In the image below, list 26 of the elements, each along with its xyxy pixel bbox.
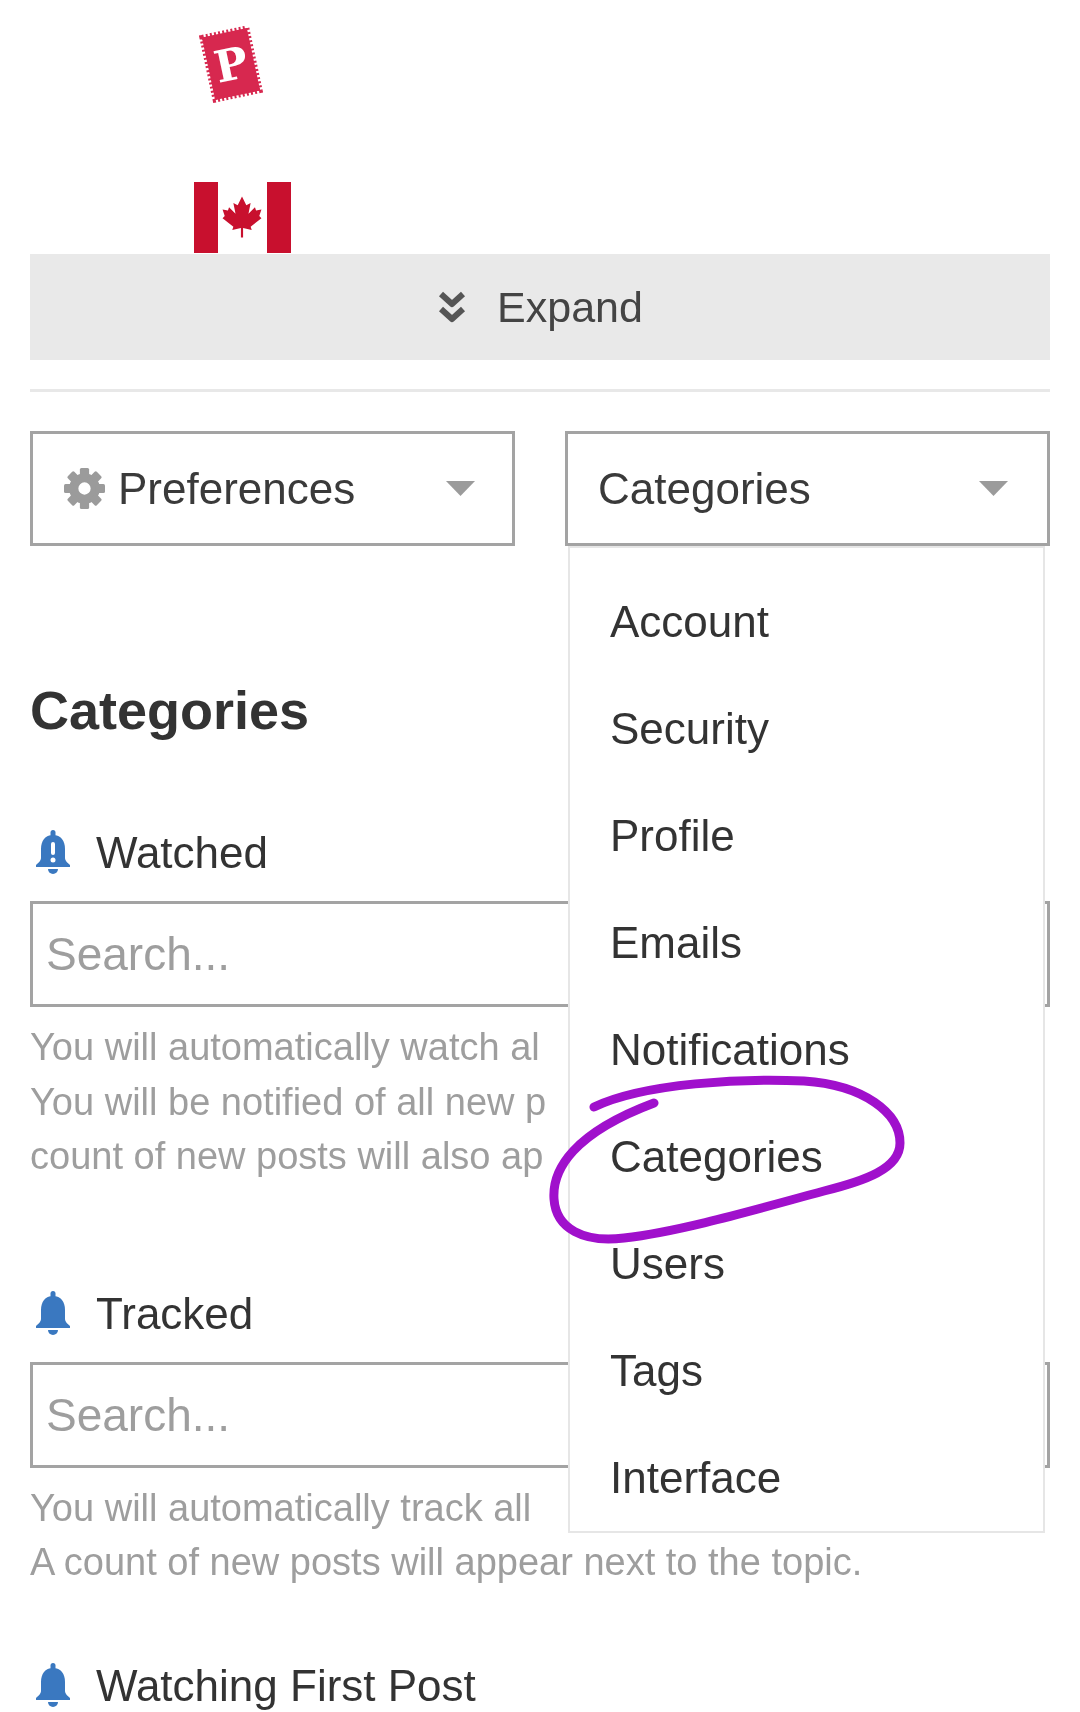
help-text: A count of new posts will appear next to the topic. — [30, 1540, 863, 1585]
dropdown-button[interactable]: Preferences — [30, 431, 515, 546]
section-title: Watching First Post — [96, 1659, 476, 1712]
double-chevron-icon — [437, 289, 468, 325]
menu-item[interactable]: Security — [570, 675, 1043, 782]
dropdown-button[interactable]: Categories — [565, 431, 1050, 546]
logo-stamp: P — [197, 24, 265, 104]
menu-item[interactable]: Users — [570, 1210, 1043, 1317]
bell-icon — [33, 1290, 73, 1337]
page-heading: Categories — [30, 679, 310, 742]
help-text: You will automatically track all — [30, 1485, 532, 1531]
menu-item[interactable]: Categories — [570, 1103, 1043, 1210]
menu-item[interactable]: Profile — [570, 782, 1043, 889]
menu-item[interactable]: Account — [570, 568, 1043, 675]
caret-icon — [979, 481, 1008, 496]
gear-icon — [64, 468, 105, 509]
bell-icon — [33, 1662, 73, 1709]
help-text: You will automatically watch al — [30, 1025, 540, 1070]
section-title: Watched — [96, 827, 268, 879]
help-text: You will be notified of all new p — [30, 1079, 547, 1125]
help-text: count of new posts will also ap — [30, 1134, 544, 1179]
caret-icon — [446, 481, 475, 496]
bell-alert-icon — [33, 830, 73, 876]
expand-button[interactable]: Expand — [30, 254, 1050, 360]
section-title: Tracked — [96, 1287, 254, 1340]
maple-leaf-flag-icon — [194, 182, 291, 253]
